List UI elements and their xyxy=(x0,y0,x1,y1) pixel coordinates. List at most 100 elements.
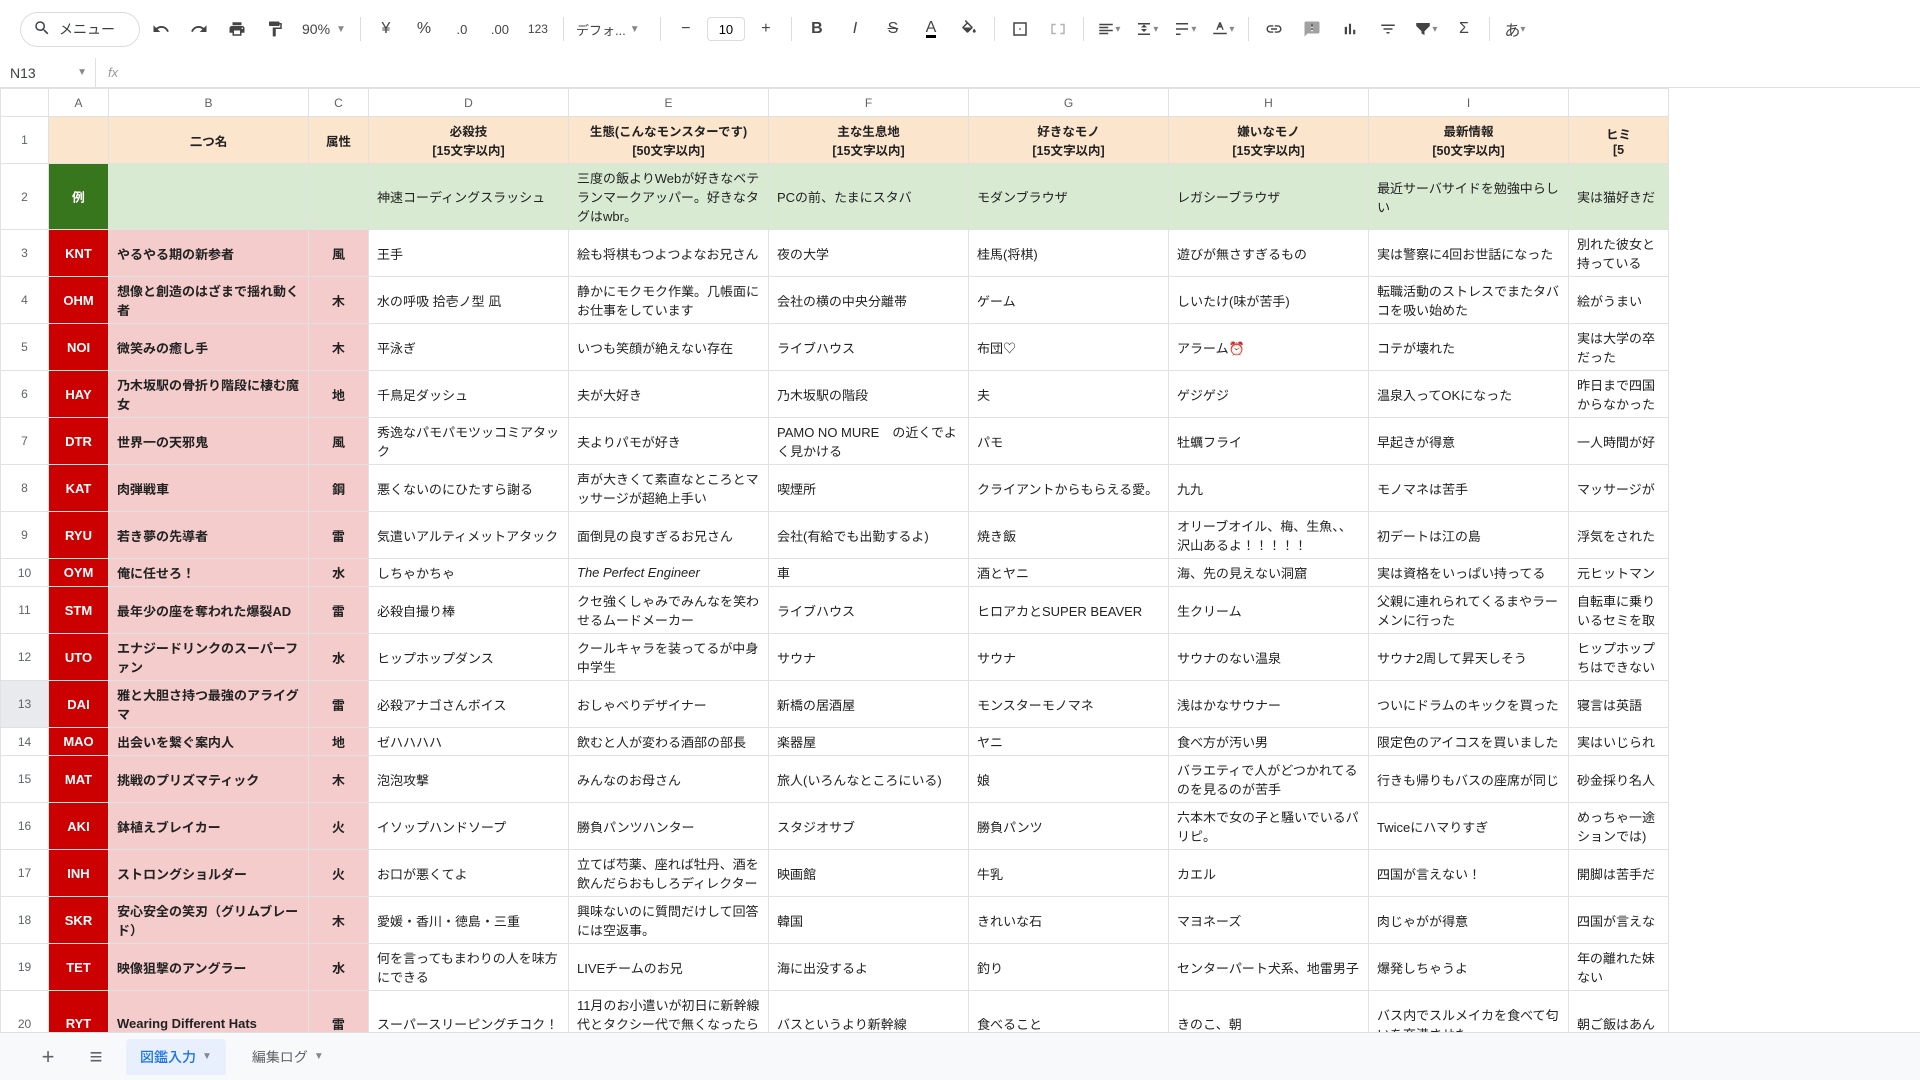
cell[interactable]: 絵も将棋もつよつよなお兄さん xyxy=(569,230,769,277)
cell[interactable]: 牡蠣フライ xyxy=(1169,418,1369,465)
col-header[interactable] xyxy=(1569,89,1669,117)
cell[interactable]: 娘 xyxy=(969,756,1169,803)
cell[interactable]: 飲むと人が変わる酒部の部長 xyxy=(569,728,769,756)
all-sheets-button[interactable]: ≡ xyxy=(78,1039,114,1075)
cell[interactable]: 年の離れた妹ない xyxy=(1569,944,1669,991)
code-cell[interactable]: HAY xyxy=(49,371,109,418)
cell[interactable]: ヒップホップちはできない xyxy=(1569,634,1669,681)
spreadsheet-grid[interactable]: ABCDEFGHI1二つ名属性必殺技[15文字以内]生態(こんなモンスターです)… xyxy=(0,88,1920,1032)
header-cell[interactable]: 最新情報[50文字以内] xyxy=(1369,117,1569,164)
cell[interactable]: 声が大きくて素直なところとマッサージが超絶上手い xyxy=(569,465,769,512)
cell[interactable]: 神速コーディングスラッシュ xyxy=(369,164,569,230)
cell[interactable]: レガシーブラウザ xyxy=(1169,164,1369,230)
cell[interactable]: 父親に連れられてくるまやラーメンに行った xyxy=(1369,587,1569,634)
header-cell[interactable]: 好きなモノ[15文字以内] xyxy=(969,117,1169,164)
header-cell[interactable]: 必殺技[15文字以内] xyxy=(369,117,569,164)
cell[interactable]: 実はいじられ xyxy=(1569,728,1669,756)
row-header[interactable]: 16 xyxy=(1,803,49,850)
input-method-button[interactable]: あ▾ xyxy=(1498,12,1532,46)
font-size-input[interactable] xyxy=(707,17,745,41)
header-cell[interactable]: 生態(こんなモンスターです)[50文字以内] xyxy=(569,117,769,164)
cell[interactable]: 楽器屋 xyxy=(769,728,969,756)
cell[interactable]: 愛媛・香川・徳島・三重 xyxy=(369,897,569,944)
cell[interactable]: 温泉入ってOKになった xyxy=(1369,371,1569,418)
name-cell[interactable]: 若き夢の先導者 xyxy=(109,512,309,559)
cell[interactable]: コテが壊れた xyxy=(1369,324,1569,371)
name-cell[interactable]: 安心安全の笑刃（グリムブレード） xyxy=(109,897,309,944)
borders-button[interactable] xyxy=(1003,12,1037,46)
col-header[interactable]: D xyxy=(369,89,569,117)
cell[interactable]: ゲジゲジ xyxy=(1169,371,1369,418)
code-cell[interactable]: UTO xyxy=(49,634,109,681)
code-cell[interactable]: INH xyxy=(49,850,109,897)
menu-search[interactable]: メニュー xyxy=(20,12,140,47)
cell[interactable]: 実は資格をいっぱい持ってる xyxy=(1369,559,1569,587)
cell[interactable]: 泡泡攻撃 xyxy=(369,756,569,803)
cell[interactable]: ついにドラムのキックを買った xyxy=(1369,681,1569,728)
cell[interactable] xyxy=(309,164,369,230)
cell[interactable]: 六本木で女の子と騒いでいるパリピ。 xyxy=(1169,803,1369,850)
row-header[interactable]: 20 xyxy=(1,991,49,1033)
print-button[interactable] xyxy=(220,12,254,46)
cell[interactable]: 遊びが無さすぎるもの xyxy=(1169,230,1369,277)
attr-cell[interactable]: 火 xyxy=(309,850,369,897)
cell[interactable]: 四国が言えない！ xyxy=(1369,850,1569,897)
cell[interactable]: クライアントからもらえる愛。 xyxy=(969,465,1169,512)
cell[interactable]: 旅人(いろんなところにいる) xyxy=(769,756,969,803)
row-header[interactable]: 12 xyxy=(1,634,49,681)
cell[interactable]: 朝ご飯はあん xyxy=(1569,991,1669,1033)
cell[interactable]: 映画館 xyxy=(769,850,969,897)
attr-cell[interactable]: 木 xyxy=(309,897,369,944)
attr-cell[interactable]: 雷 xyxy=(309,587,369,634)
name-cell[interactable]: ストロングショルダー xyxy=(109,850,309,897)
cell[interactable]: 浮気をされた xyxy=(1569,512,1669,559)
row-header[interactable]: 3 xyxy=(1,230,49,277)
cell[interactable]: 食べること xyxy=(969,991,1169,1033)
cell[interactable]: LIVEチームのお兄 xyxy=(569,944,769,991)
example-label-cell[interactable]: 例 xyxy=(49,164,109,230)
attr-cell[interactable]: 風 xyxy=(309,418,369,465)
cell[interactable]: 夜の大学 xyxy=(769,230,969,277)
paint-format-button[interactable] xyxy=(258,12,292,46)
attr-cell[interactable]: 雷 xyxy=(309,512,369,559)
cell[interactable]: 焼き飯 xyxy=(969,512,1169,559)
attr-cell[interactable]: 水 xyxy=(309,559,369,587)
col-header[interactable]: G xyxy=(969,89,1169,117)
font-size-increase-button[interactable]: + xyxy=(749,12,783,46)
cell[interactable]: 車 xyxy=(769,559,969,587)
italic-button[interactable]: I xyxy=(838,12,872,46)
filter-views-button[interactable]: ▾ xyxy=(1409,12,1443,46)
header-cell[interactable]: 嫌いなモノ[15文字以内] xyxy=(1169,117,1369,164)
header-cell[interactable]: 主な生息地[15文字以内] xyxy=(769,117,969,164)
cell[interactable]: ヒップホップダンス xyxy=(369,634,569,681)
name-cell[interactable]: 乃木坂駅の骨折り階段に棲む魔女 xyxy=(109,371,309,418)
decrease-decimal-button[interactable]: .0 xyxy=(445,12,479,46)
cell[interactable]: 一人時間が好 xyxy=(1569,418,1669,465)
cell[interactable]: クールキャラを装ってるが中身中学生 xyxy=(569,634,769,681)
name-cell[interactable]: 挑戦のプリズマティック xyxy=(109,756,309,803)
cell[interactable]: オリーブオイル、梅、生魚、、沢山あるよ！！！！！ xyxy=(1169,512,1369,559)
cell[interactable]: 千鳥足ダッシュ xyxy=(369,371,569,418)
cell[interactable]: 九九 xyxy=(1169,465,1369,512)
cell[interactable]: 三度の飯よりWebが好きなベテランマークアッパー。好きなタグはwbr。 xyxy=(569,164,769,230)
attr-cell[interactable]: 水 xyxy=(309,944,369,991)
cell[interactable]: バスというより新幹線 xyxy=(769,991,969,1033)
cell[interactable]: 興味ないのに質問だけして回答には空返事。 xyxy=(569,897,769,944)
formula-bar[interactable]: fx xyxy=(95,58,130,87)
attr-cell[interactable]: 地 xyxy=(309,728,369,756)
cell[interactable]: 四国が言えな xyxy=(1569,897,1669,944)
code-cell[interactable]: AKI xyxy=(49,803,109,850)
cell[interactable]: 牛乳 xyxy=(969,850,1169,897)
name-cell[interactable]: 世界一の天邪鬼 xyxy=(109,418,309,465)
header-cell[interactable] xyxy=(49,117,109,164)
row-header[interactable]: 10 xyxy=(1,559,49,587)
undo-button[interactable] xyxy=(144,12,178,46)
row-header[interactable]: 11 xyxy=(1,587,49,634)
row-header[interactable]: 2 xyxy=(1,164,49,230)
cell[interactable]: 実は警察に4回お世話になった xyxy=(1369,230,1569,277)
cell[interactable]: ライブハウス xyxy=(769,324,969,371)
cell[interactable]: しいたけ(味が苦手) xyxy=(1169,277,1369,324)
cell[interactable]: 食べ方が汚い男 xyxy=(1169,728,1369,756)
fill-color-button[interactable] xyxy=(952,12,986,46)
cell[interactable]: Twiceにハマりすぎ xyxy=(1369,803,1569,850)
